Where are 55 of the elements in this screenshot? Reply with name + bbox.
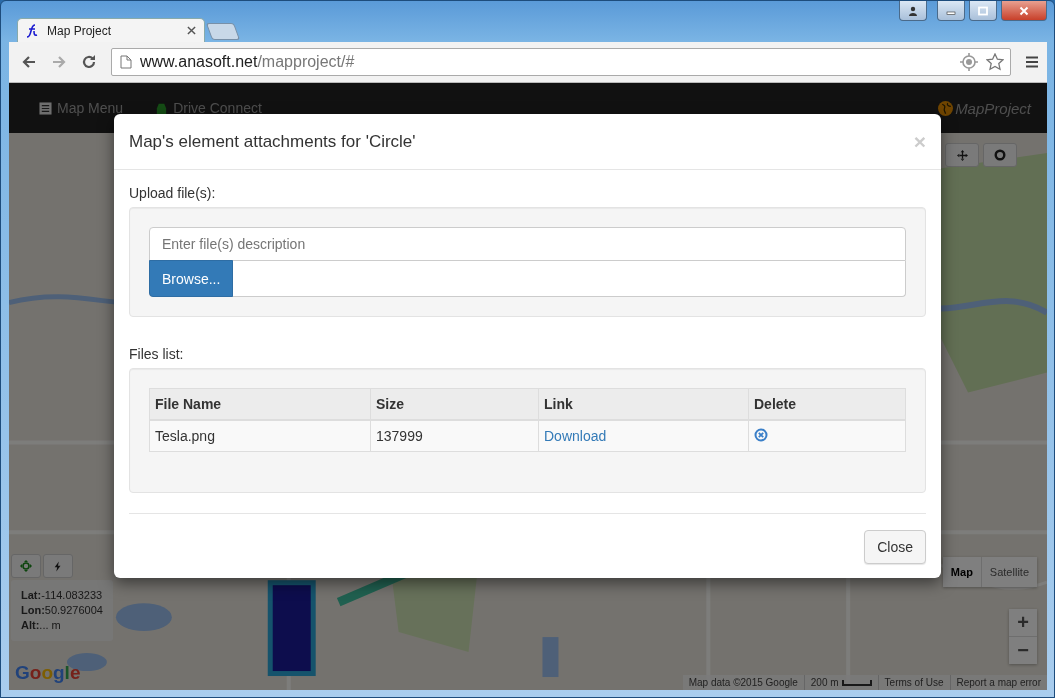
nav-link[interactable]: Map Menu — [39, 100, 124, 116]
column-header: Link — [538, 388, 749, 420]
column-header: File Name — [149, 388, 371, 420]
coordinate-text: Lat:-114.083233 — [21, 588, 103, 603]
table-cell: 137999 — [370, 420, 539, 452]
move-icon — [956, 149, 968, 161]
menu-icon[interactable] — [1025, 55, 1039, 69]
attribution-text: Map data ©2015 Google — [687, 676, 799, 690]
description-field[interactable]: Enter file(s) description — [149, 227, 906, 261]
maximize-button[interactable] — [969, 1, 997, 21]
star-icon[interactable] — [986, 53, 1004, 71]
close-icon[interactable] — [187, 26, 196, 35]
brand-link[interactable]: MapProject — [938, 99, 1031, 117]
lightning-icon — [53, 560, 63, 572]
user-button[interactable] — [899, 1, 927, 21]
circle-button[interactable] — [983, 143, 1017, 167]
page-icon — [120, 55, 132, 69]
zoom-button[interactable]: + — [1009, 609, 1037, 636]
nav-link[interactable]: Drive Connect — [155, 100, 262, 116]
maximize-icon — [978, 5, 988, 16]
address-bar[interactable]: www.anasoft.net/mapproject/# — [111, 48, 1011, 76]
pan-button[interactable] — [945, 143, 979, 167]
map-type-button[interactable]: Satellite — [980, 557, 1037, 587]
map-type-button[interactable]: Map — [942, 557, 981, 587]
file-field[interactable]: Browse... — [149, 261, 906, 297]
circle-icon — [994, 149, 1006, 161]
reload-icon[interactable] — [81, 54, 97, 70]
close-window-button[interactable] — [1001, 1, 1047, 21]
column-header: Size — [370, 388, 539, 420]
dialog-title: Map's element attachments for 'Circle' — [129, 131, 416, 152]
browser-tab[interactable]: Map Project — [17, 18, 205, 42]
map-logo: Google — [15, 662, 81, 684]
scale-bar-icon — [841, 679, 872, 686]
location-icon[interactable] — [960, 53, 978, 71]
coordinate-text: Lon:50.9276004 — [21, 603, 103, 618]
coordinate-text: Alt:... m — [21, 618, 61, 633]
app-logo-icon — [26, 23, 40, 38]
close-button[interactable]: Close — [864, 530, 926, 564]
section-label: Files list: — [129, 346, 185, 362]
section-label: Upload file(s): — [129, 185, 217, 201]
browse-button[interactable]: Browse... — [149, 260, 234, 297]
download-link[interactable]: Download — [544, 428, 607, 444]
list-icon — [39, 101, 52, 115]
globe-icon — [938, 100, 954, 116]
minimize-button[interactable] — [937, 1, 965, 21]
crosshair-icon — [20, 560, 32, 572]
back-icon[interactable] — [21, 54, 37, 70]
close-icon — [1019, 5, 1029, 16]
user-icon — [908, 5, 918, 16]
locate-button[interactable] — [11, 554, 41, 578]
delete-icon[interactable] — [754, 428, 768, 442]
table-cell: Tesla.png — [149, 420, 371, 452]
new-tab-button[interactable] — [205, 23, 241, 40]
column-header: Delete — [748, 388, 906, 420]
zoom-button[interactable]: − — [1009, 636, 1037, 664]
